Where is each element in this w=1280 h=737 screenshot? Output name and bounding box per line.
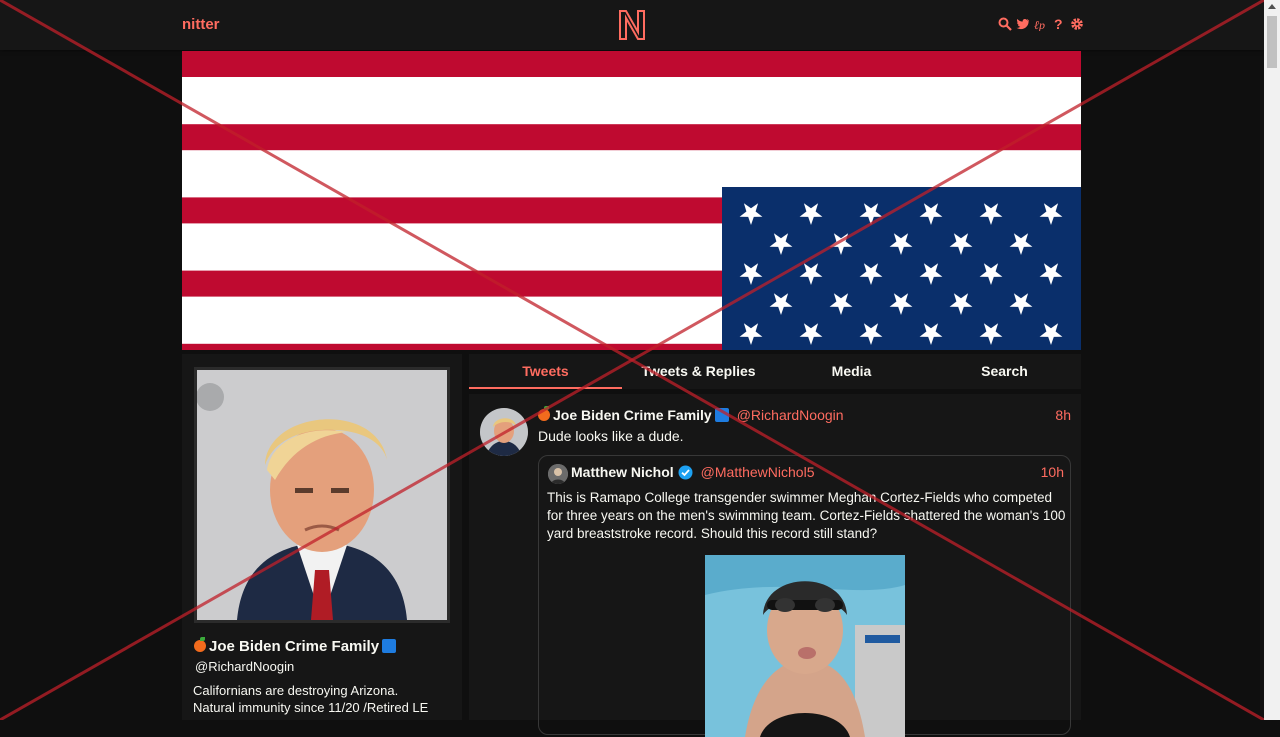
top-navbar: nitter ℓp ?	[0, 0, 1264, 50]
tweet-header: Joe Biden Crime Family @RichardNoogin 8h	[538, 406, 1071, 423]
verified-badge-icon	[678, 465, 693, 480]
nitter-home-link[interactable]: nitter	[182, 16, 220, 33]
quote-avatar[interactable]	[548, 464, 568, 484]
quote-tweet[interactable]: Matthew Nichol @MatthewNichol5 10h This …	[538, 455, 1071, 737]
timeline: Joe Biden Crime Family @RichardNoogin 8h…	[469, 394, 1081, 737]
tweet-date[interactable]: 8h	[1055, 407, 1071, 423]
profile-card: Joe Biden Crime Family @RichardNoogin Ca…	[182, 354, 462, 720]
blue-square-emoji-icon	[382, 639, 397, 653]
gear-icon[interactable]	[1070, 16, 1084, 32]
nav-icons: ℓp ?	[998, 16, 1084, 32]
nitter-logo-icon[interactable]	[617, 8, 647, 42]
profile-banner[interactable]	[182, 51, 1081, 350]
rss-icon[interactable]: ℓp	[1034, 16, 1048, 32]
profile-username[interactable]: @RichardNoogin	[195, 659, 294, 674]
tab-media[interactable]: Media	[775, 354, 928, 389]
timeline-tabs: Tweets Tweets & Replies Media Search	[469, 354, 1081, 389]
blue-square-emoji-icon	[714, 408, 729, 422]
tweet-username[interactable]: @RichardNoogin	[737, 407, 844, 423]
bio-line: Californians are destroying Arizona.	[193, 683, 399, 698]
tweet-fullname[interactable]: Joe Biden Crime Family	[553, 407, 712, 423]
profile-bio: Californians are destroying Arizona. Nat…	[193, 682, 455, 716]
tab-tweets[interactable]: Tweets	[469, 354, 622, 389]
help-icon[interactable]: ?	[1052, 16, 1066, 32]
tab-search[interactable]: Search	[928, 354, 1081, 389]
banner-flag-image	[182, 51, 1081, 350]
tweet-text: Dude looks like a dude.	[538, 428, 684, 444]
quote-text: This is Ramapo College transgender swimm…	[547, 490, 1066, 541]
scroll-up-arrow-icon[interactable]	[1268, 4, 1276, 9]
search-icon[interactable]	[998, 16, 1012, 32]
svg-text:ℓp: ℓp	[1034, 18, 1045, 31]
quote-media-image[interactable]	[705, 555, 905, 737]
orange-emoji-icon	[538, 406, 550, 421]
bio-line: Natural immunity since 11/20 /Retired LE	[193, 700, 429, 715]
profile-fullname[interactable]: Joe Biden Crime Family	[194, 637, 397, 655]
quote-username[interactable]: @MatthewNichol5	[701, 464, 815, 480]
twitter-bird-icon[interactable]	[1016, 16, 1030, 32]
scrollbar-thumb[interactable]	[1267, 16, 1277, 68]
page-scrollbar[interactable]	[1264, 0, 1280, 720]
quote-date[interactable]: 10h	[1041, 464, 1064, 480]
tab-tweets-replies[interactable]: Tweets & Replies	[622, 354, 775, 389]
profile-avatar[interactable]	[194, 367, 450, 623]
quote-fullname[interactable]: Matthew Nichol	[571, 464, 674, 480]
orange-emoji-icon	[194, 637, 206, 652]
svg-text:?: ?	[1054, 17, 1063, 31]
tweet-avatar[interactable]	[480, 408, 528, 456]
quote-header: Matthew Nichol @MatthewNichol5 10h	[571, 464, 1064, 480]
